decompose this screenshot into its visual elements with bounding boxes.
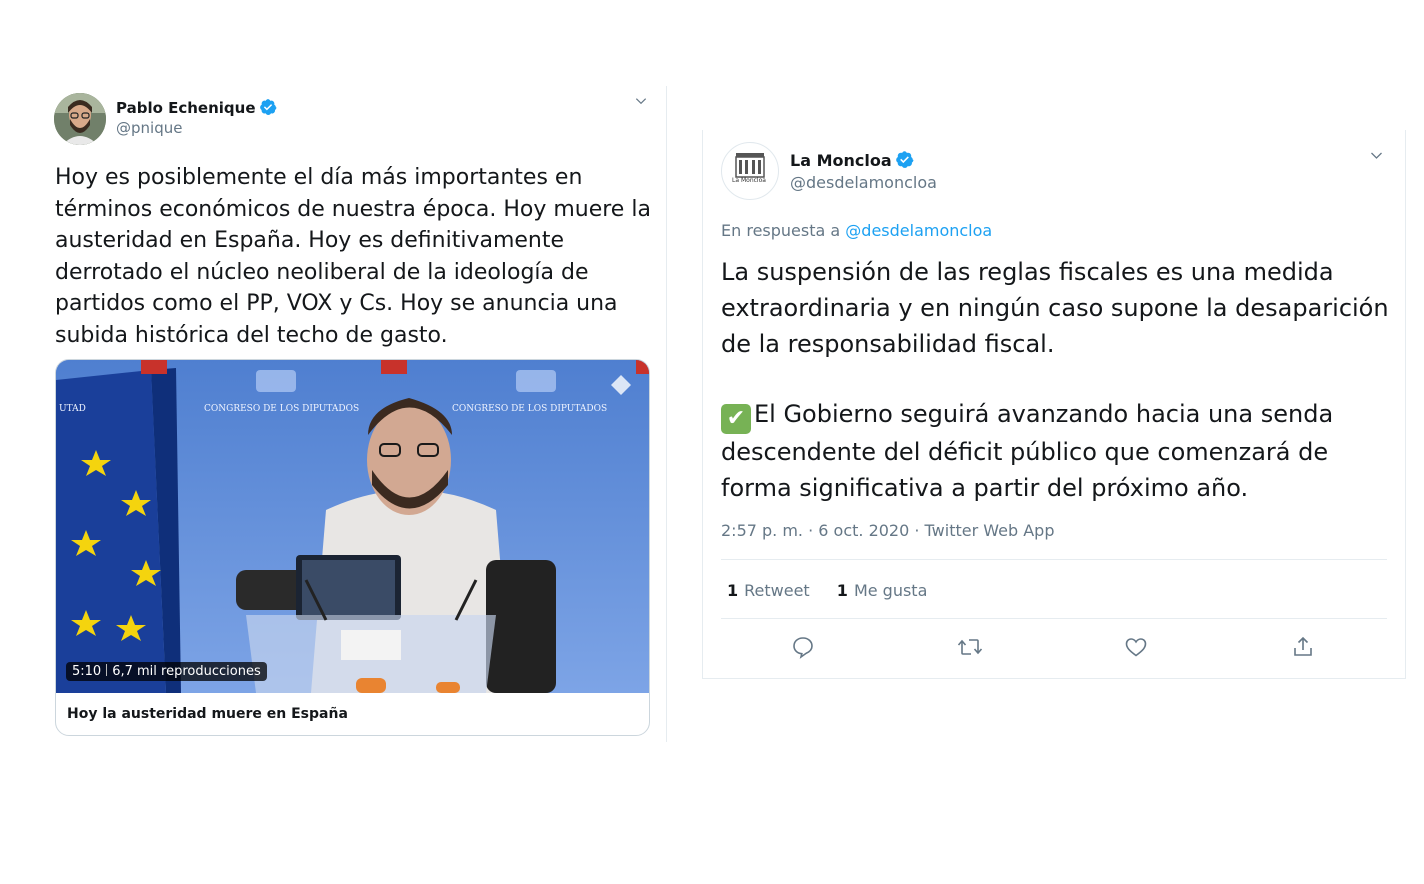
avatar[interactable] [54,93,106,145]
moncloa-logo-icon [735,153,765,178]
retweets-label: Retweet [744,581,810,600]
video-views: 6,7 mil reproducciones [112,664,261,679]
check-mark-icon: ✔ [721,404,751,434]
tweet-paragraph: ✔ El Gobierno seguirá avanzando hacia una… [721,396,1391,506]
tweet-text: La suspensión de las reglas fiscales es … [721,254,1391,506]
avatar-portrait [54,93,106,145]
tweet-paragraph: La suspensión de las reglas fiscales es … [721,258,1389,358]
avatar[interactable] [721,142,779,200]
reply-context: En respuesta a @desdelamoncloa [721,221,992,240]
author-handle[interactable]: @pnique [116,119,182,137]
badge-separator [106,664,108,676]
share-icon[interactable] [1291,635,1317,661]
card-title[interactable]: Hoy la austeridad muere en España [67,706,348,722]
likes-count: 1 [836,581,848,600]
retweet-icon[interactable] [957,635,983,661]
tweet-left: Pablo Echenique @pnique Hoy es posibleme… [40,86,667,742]
heart-icon[interactable] [1124,635,1150,661]
verified-badge-icon [895,150,914,173]
author-handle[interactable]: @desdelamoncloa [790,173,937,192]
chevron-down-icon[interactable] [1369,148,1384,167]
backdrop-label: CONGRESO DE LOS DIPUTADOS [204,404,360,414]
likes-label: Me gusta [853,581,928,600]
reply-icon[interactable] [791,635,817,661]
tweet-paragraph-text: El Gobierno seguirá avanzando hacia una … [721,400,1334,502]
video-duration: 5:10 [72,664,102,679]
backdrop-label-cut: UTAD [59,404,86,414]
retweets-stat[interactable]: 1 Retweet [727,581,810,600]
video-player[interactable]: CONGRESO DE LOS DIPUTADOS CONGRESO DE LO… [56,360,649,693]
backdrop-label: CONGRESO DE LOS DIPUTADOS [452,404,608,414]
author-name[interactable]: La Moncloa [790,151,892,170]
divider [721,618,1387,619]
likes-stat[interactable]: 1 Me gusta [837,581,928,600]
tweet-meta[interactable]: 2:57 p. m. · 6 oct. 2020 · Twitter Web A… [721,521,1054,540]
author-name[interactable]: Pablo Echenique [116,99,256,117]
video-card[interactable]: CONGRESO DE LOS DIPUTADOS CONGRESO DE LO… [55,359,650,736]
verified-badge-icon [259,98,277,120]
divider [721,559,1387,560]
tweet-text: Hoy es posiblemente el día más important… [55,165,651,348]
retweets-count: 1 [727,581,739,600]
reply-handle-link[interactable]: @desdelamoncloa [845,221,992,240]
tweet-right: La Moncloa La Moncloa @desdelamoncloa En… [702,130,1406,679]
avatar-label: La Moncloa [732,177,766,184]
reply-prefix: En respuesta a [721,221,841,240]
chevron-down-icon[interactable] [634,94,648,112]
paragraph-spacer [721,362,1391,396]
video-badge: 5:10 6,7 mil reproducciones [66,662,267,681]
tweet-stats: 1 Retweet 1 Me gusta [727,581,949,600]
